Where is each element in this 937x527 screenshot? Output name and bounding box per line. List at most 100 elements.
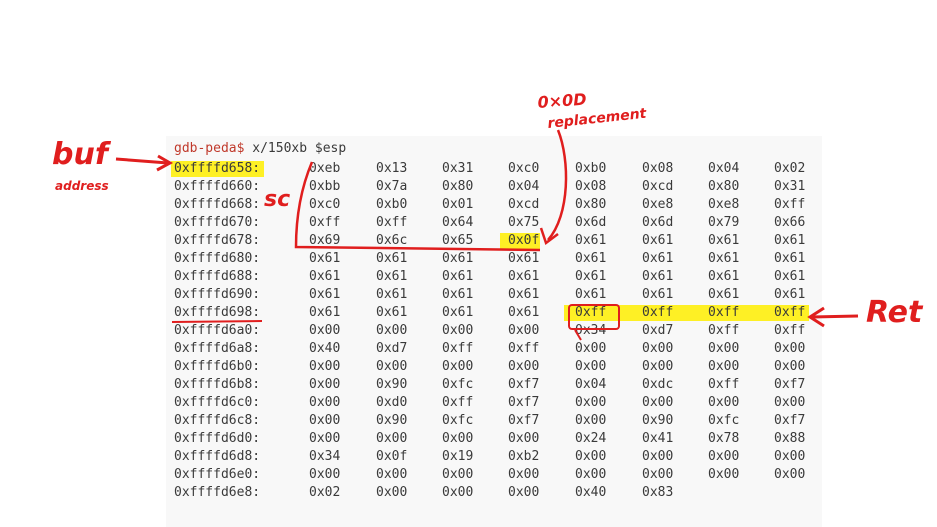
terminal-window[interactable]: gdb-peda$ x/150xb $esp 0xffffd658: 0xeb 0x… [166,136,822,527]
memory-address: 0xffffd6b0: [174,359,261,374]
memory-byte: 0xf7 [508,377,540,392]
memory-address: 0xffffd658: [174,161,261,176]
memory-byte: 0x00 [642,341,674,356]
memory-byte: 0x61 [309,269,341,284]
memory-byte: 0x75 [508,215,540,230]
memory-byte: 0xbb [309,179,341,194]
memory-byte: 0x01 [442,197,474,212]
memory-byte: 0xff [575,305,607,320]
memory-byte: 0xf7 [774,413,806,428]
memory-byte: 0x34 [575,323,607,338]
memory-byte: 0xc0 [508,161,540,176]
gdb-prompt: gdb-peda$ [174,141,245,156]
memory-byte: 0xff [508,341,540,356]
memory-byte: 0xe8 [642,197,674,212]
memory-byte: 0x61 [376,269,408,284]
memory-byte: 0xff [442,341,474,356]
memory-byte: 0x00 [309,431,341,446]
memory-byte: 0x61 [708,269,740,284]
memory-byte: 0x00 [575,395,607,410]
memory-byte: 0x00 [774,467,806,482]
memory-byte: 0xb0 [376,197,408,212]
memory-byte: 0x00 [774,449,806,464]
address-label: address [55,179,109,193]
memory-address: 0xffffd6a0: [174,323,261,338]
memory-byte: 0x00 [508,431,540,446]
memory-address: 0xffffd6c8: [174,413,261,428]
memory-byte: 0xf7 [774,377,806,392]
memory-byte: 0x02 [309,485,341,500]
memory-byte: 0xcd [642,179,674,194]
memory-byte: 0xfc [442,377,474,392]
memory-byte: 0xff [774,323,806,338]
memory-byte: 0xcd [508,197,540,212]
memory-byte: 0x61 [508,269,540,284]
command-line: gdb-peda$ x/150xb $esp [174,140,346,158]
memory-byte: 0xff [376,215,408,230]
memory-byte: 0x0f [508,233,540,248]
memory-byte: 0xd7 [642,323,674,338]
memory-byte: 0x00 [376,431,408,446]
memory-byte: 0xfc [708,413,740,428]
memory-byte: 0x78 [708,431,740,446]
memory-byte: 0x08 [642,161,674,176]
memory-byte: 0x04 [575,377,607,392]
memory-byte: 0x90 [642,413,674,428]
memory-address: 0xffffd670: [174,215,261,230]
replacement-label-bottom: replacement [547,106,649,132]
memory-byte: 0x61 [774,233,806,248]
memory-byte: 0xb0 [575,161,607,176]
memory-address: 0xffffd6b8: [174,377,261,392]
memory-byte: 0xff [774,197,806,212]
memory-address: 0xffffd6e8: [174,485,261,500]
memory-byte: 0x00 [442,467,474,482]
memory-address: 0xffffd680: [174,251,261,266]
memory-byte: 0x80 [442,179,474,194]
memory-byte: 0x31 [442,161,474,176]
memory-byte: 0x00 [508,485,540,500]
memory-byte: 0x61 [309,305,341,320]
memory-byte: 0x61 [642,287,674,302]
memory-byte: 0x00 [508,467,540,482]
memory-byte: 0x6c [376,233,408,248]
memory-byte: 0x64 [442,215,474,230]
memory-byte: 0xf7 [508,395,540,410]
memory-byte: 0x66 [774,215,806,230]
memory-byte: 0x00 [708,395,740,410]
memory-byte: 0x00 [774,359,806,374]
memory-address: 0xffffd678: [174,233,261,248]
memory-byte: 0x80 [708,179,740,194]
memory-byte: 0x61 [708,233,740,248]
memory-byte: 0x88 [774,431,806,446]
memory-byte: 0xc0 [309,197,341,212]
memory-byte: 0x61 [774,269,806,284]
memory-byte: 0x00 [642,449,674,464]
memory-byte: 0xd7 [376,341,408,356]
ret-label: Ret [866,295,924,330]
memory-byte: 0x00 [309,323,341,338]
memory-byte: 0x61 [642,251,674,266]
memory-byte: 0x80 [575,197,607,212]
memory-address: 0xffffd668: [174,197,261,212]
memory-byte: 0x69 [309,233,341,248]
memory-byte: 0x6d [642,215,674,230]
memory-byte: 0x79 [708,215,740,230]
memory-byte: 0xdc [642,377,674,392]
memory-byte: 0x61 [575,251,607,266]
memory-byte: 0x61 [376,251,408,266]
memory-byte: 0x61 [575,287,607,302]
memory-byte: 0x61 [575,269,607,284]
memory-byte: 0x61 [376,287,408,302]
memory-byte: 0x00 [774,395,806,410]
memory-byte: 0x00 [309,359,341,374]
memory-byte: 0x00 [508,323,540,338]
memory-byte: 0x61 [642,233,674,248]
memory-byte: 0x13 [376,161,408,176]
memory-byte: 0x7a [376,179,408,194]
buf-arrow [115,157,169,165]
memory-address: 0xffffd6d0: [174,431,261,446]
memory-byte: 0x00 [309,377,341,392]
memory-byte: 0x00 [442,485,474,500]
memory-byte: 0x61 [442,269,474,284]
memory-byte: 0x00 [642,467,674,482]
